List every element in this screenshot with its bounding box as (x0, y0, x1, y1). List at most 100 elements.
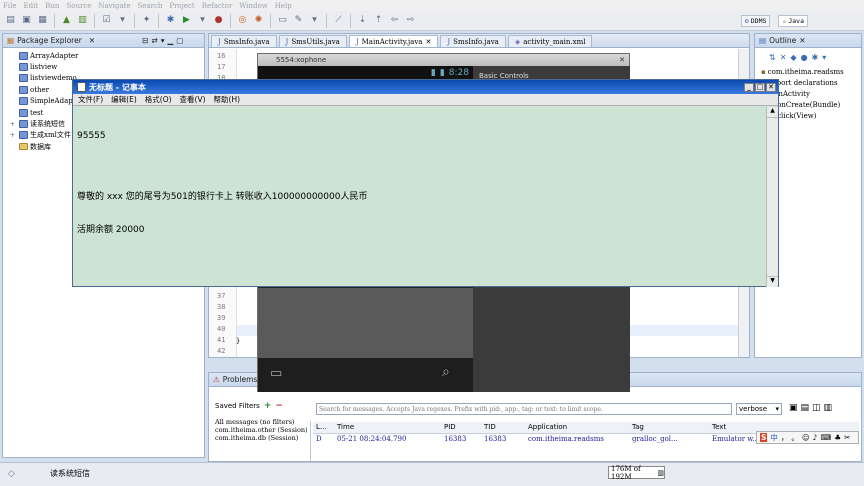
filter-item[interactable]: All messages (no filters) (215, 418, 307, 426)
column-header[interactable]: Time (333, 422, 441, 433)
avd-manager-icon[interactable]: ▥ (76, 14, 89, 27)
new-java-package-icon[interactable]: ✺ (252, 14, 265, 27)
clear-log-icon[interactable]: ▤ (801, 403, 810, 413)
ime-punctuation[interactable]: ， (781, 432, 789, 443)
close-icon[interactable]: ✕ (425, 38, 431, 46)
android-sdk-icon[interactable]: ▲ (60, 14, 73, 27)
forward-icon[interactable]: ⇨ (404, 14, 417, 27)
minimize-button[interactable]: _ (744, 82, 754, 92)
notepad-scrollbar[interactable]: ▲ ▼ (766, 107, 778, 287)
keyboard-icon[interactable]: ⌨ (821, 433, 832, 442)
notepad-titlebar[interactable]: 无标题 - 记事本 _ □ ✕ (73, 80, 778, 94)
logcat-search-input[interactable] (316, 403, 732, 415)
perspective-ddms[interactable]: ⚙ DDMS (740, 15, 771, 27)
sort-icon[interactable]: ⇅ (769, 53, 776, 62)
hide-nonpublic-icon[interactable]: ● (801, 53, 808, 62)
outline-item[interactable]: ▪ com.itheima.readsms (755, 66, 861, 77)
tree-expander[interactable]: + (10, 121, 17, 128)
emulator-screen[interactable] (258, 288, 473, 358)
tree-expander[interactable]: + (10, 132, 17, 139)
hide-fields-icon[interactable]: ✕ (780, 53, 787, 62)
view-menu-icon[interactable]: ▾ (161, 36, 165, 45)
new-java-class-icon[interactable]: ◎ (236, 14, 249, 27)
microphone-icon[interactable]: ♪ (813, 433, 818, 442)
menu-refactor[interactable]: Refactor (202, 2, 232, 10)
scroll-up-icon[interactable]: ▲ (767, 107, 778, 118)
debug-icon[interactable]: ✱ (164, 14, 177, 27)
dropdown-icon[interactable]: ▾ (196, 14, 209, 27)
editor-tab-activity-main-xml[interactable]: ◈ activity_main.xml (507, 35, 593, 47)
save-icon[interactable]: ▣ (20, 14, 33, 27)
notepad-text-area[interactable]: 95555 尊敬的 xxx 您的尾号为501的银行卡上 转账收入10000000… (77, 109, 367, 258)
toggle-mark-icon[interactable]: ⟋ (332, 14, 345, 27)
previous-annotation-icon[interactable]: ⇡ (372, 14, 385, 27)
tree-item[interactable]: listview (3, 61, 204, 72)
log-level-select[interactable]: verbose ▾ (736, 403, 782, 415)
save-log-icon[interactable]: ▣ (789, 403, 798, 413)
package-explorer-tab[interactable]: ▦ Package Explorer ✕ ⊟ ⇄ ▾ ▁ ▢ (3, 34, 204, 48)
code-text[interactable]: } (236, 337, 240, 345)
checkbox-icon[interactable]: ☑ (100, 14, 113, 27)
column-header[interactable]: PID (441, 422, 481, 433)
menu-run[interactable]: Run (45, 2, 59, 10)
notepad-menu-help[interactable]: 帮助(H) (214, 94, 241, 105)
outline-tab[interactable]: ▤ Outline ✕ (755, 34, 861, 48)
search-icon[interactable]: ⌕ (442, 364, 450, 380)
search-icon[interactable]: ✎ (292, 14, 305, 27)
notepad-menu-file[interactable]: 文件(F) (78, 94, 103, 105)
editor-tab-sms-info[interactable]: J SmsInfo.java (211, 35, 277, 47)
close-icon[interactable]: ✕ (619, 56, 625, 64)
maximize-button[interactable]: □ (755, 82, 765, 92)
close-icon[interactable]: ✕ (799, 36, 805, 45)
column-header[interactable]: Application (525, 422, 629, 433)
back-icon[interactable]: ⇦ (388, 14, 401, 27)
hide-static-icon[interactable]: ◆ (790, 53, 796, 62)
emoji-icon[interactable]: ☺ (802, 433, 810, 442)
tree-item[interactable]: ArrayAdapter (3, 50, 204, 61)
perspective-java[interactable]: ☕ Java (778, 15, 808, 27)
filter-item[interactable]: com.itheima.other (Session) (215, 426, 307, 434)
editor-tab-main-activity[interactable]: J MainActivity.java ✕ (348, 35, 439, 47)
external-run-icon[interactable]: ● (212, 14, 225, 27)
menu-project[interactable]: Project (169, 2, 194, 10)
column-header[interactable]: Tag (629, 422, 709, 433)
heap-status[interactable]: 176M of 192M ▥ (608, 465, 665, 481)
link-editor-icon[interactable]: ⇄ (151, 36, 157, 45)
scroll-down-icon[interactable]: ▼ (767, 276, 778, 287)
open-type-icon[interactable]: ▭ (276, 14, 289, 27)
sogou-logo-icon[interactable]: S (760, 433, 768, 442)
maximize-icon[interactable]: ▢ (176, 36, 183, 45)
skin-icon[interactable]: ♣ (834, 433, 841, 442)
print-icon[interactable]: ▦ (36, 14, 49, 27)
menu-source[interactable]: Source (66, 2, 91, 10)
external-tools-icon[interactable]: ▾ (116, 14, 129, 27)
ime-mode[interactable]: 中 (770, 432, 778, 443)
minimize-icon[interactable]: ▁ (167, 36, 173, 45)
run-icon[interactable]: ▶ (180, 14, 193, 27)
emulator-titlebar[interactable]: 5554:xophone ✕ (258, 54, 629, 66)
dropdown-icon[interactable]: ▾ (308, 14, 321, 27)
close-button[interactable]: ✕ (766, 82, 776, 92)
editor-tab-sms-info-2[interactable]: J SmsInfo.java (440, 35, 506, 47)
menu-add-icon[interactable]: ▭ (270, 366, 282, 381)
remove-filter-icon[interactable]: − (275, 401, 283, 411)
notepad-menu-format[interactable]: 格式(O) (145, 94, 172, 105)
column-header[interactable]: L... (313, 422, 333, 433)
menu-navigate[interactable]: Navigate (98, 2, 130, 10)
ime-punctuation[interactable]: 。 (791, 432, 799, 443)
notepad-menu-view[interactable]: 查看(V) (180, 94, 206, 105)
toggle-filters-icon[interactable]: ◫ (812, 403, 821, 413)
hide-local-types-icon[interactable]: ✱ (812, 53, 819, 62)
tools-icon[interactable]: ✂ (844, 433, 850, 442)
editor-tab-sms-utils[interactable]: J SmsUtils.java (278, 35, 347, 47)
next-annotation-icon[interactable]: ⇣ (356, 14, 369, 27)
trash-icon[interactable]: ▥ (657, 469, 664, 477)
collapse-all-icon[interactable]: ⊟ (142, 36, 148, 45)
notepad-menu-edit[interactable]: 编辑(E) (111, 94, 137, 105)
scroll-lock-icon[interactable]: ▥ (824, 403, 833, 413)
lint-icon[interactable]: ✦ (140, 14, 153, 27)
close-icon[interactable]: ✕ (89, 36, 95, 45)
menu-window[interactable]: Window (239, 2, 268, 10)
filter-item[interactable]: com.itheima.db (Session) (215, 434, 307, 442)
menu-search[interactable]: Search (137, 2, 162, 10)
